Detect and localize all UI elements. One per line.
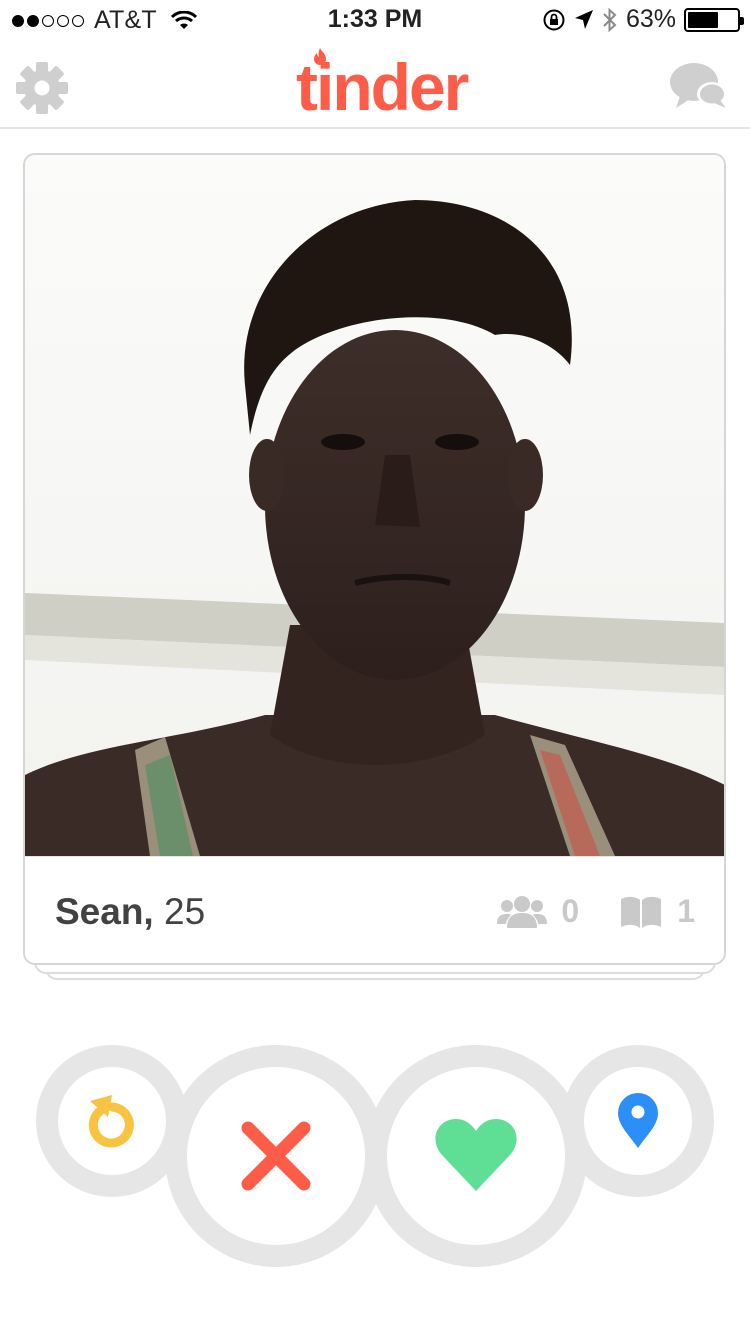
x-icon bbox=[241, 1121, 311, 1191]
shared-interests: 1 bbox=[619, 893, 695, 930]
status-right: 63% bbox=[542, 5, 744, 34]
messages-icon[interactable] bbox=[668, 60, 730, 114]
like-button[interactable] bbox=[387, 1067, 565, 1245]
heart-icon bbox=[435, 1119, 517, 1191]
shared-friends-count: 0 bbox=[561, 893, 580, 929]
settings-gear-icon[interactable] bbox=[14, 60, 70, 116]
battery-icon bbox=[684, 7, 744, 32]
shared-interests-count: 1 bbox=[677, 893, 695, 929]
location-pin-icon bbox=[618, 1093, 658, 1148]
top-nav: tinder bbox=[0, 40, 750, 129]
rewind-button[interactable] bbox=[58, 1067, 166, 1175]
profile-info-bar: Sean, 25 0 1 bbox=[25, 856, 724, 963]
flame-icon bbox=[314, 48, 326, 65]
rewind-icon bbox=[88, 1095, 134, 1148]
shared-friends: 0 bbox=[497, 893, 579, 930]
location-button[interactable] bbox=[584, 1067, 692, 1175]
book-icon bbox=[621, 896, 662, 928]
tinder-logo: tinder bbox=[296, 48, 469, 120]
profile-photo-image bbox=[25, 155, 724, 856]
bluetooth-icon bbox=[603, 7, 617, 32]
profile-photo[interactable] bbox=[25, 155, 724, 856]
rotation-lock-icon bbox=[543, 9, 565, 30]
profile-age: 25 bbox=[164, 891, 206, 932]
nope-button[interactable] bbox=[187, 1067, 365, 1245]
battery-percent: 63% bbox=[625, 5, 676, 33]
profile-name-age: Sean, 25 bbox=[55, 891, 205, 933]
status-bar: AT&T 1:33 PM 63% bbox=[0, 0, 750, 40]
location-arrow-icon bbox=[574, 9, 593, 29]
profile-name: Sean, bbox=[55, 891, 154, 932]
profile-card[interactable]: Sean, 25 0 1 bbox=[23, 153, 726, 965]
shared-friends-icon bbox=[497, 895, 548, 928]
profile-stats: 0 1 bbox=[457, 893, 695, 930]
battery-level bbox=[688, 11, 719, 28]
